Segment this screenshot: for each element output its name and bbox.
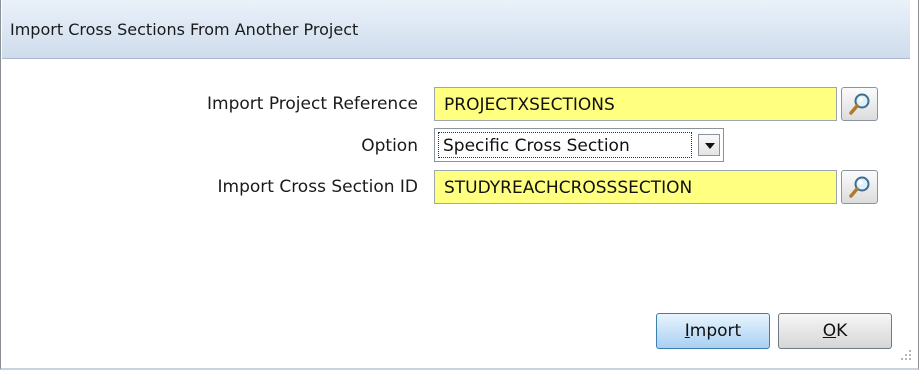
import-label-rest: mport [689,321,742,341]
ok-button[interactable]: OK [778,313,892,349]
project-reference-label: Import Project Reference [207,94,418,114]
option-select[interactable]: Specific Cross Section [434,128,724,162]
import-button[interactable]: Import [656,313,770,349]
ok-label-rest: K [836,321,848,341]
project-lookup-button[interactable] [841,87,878,121]
magnifier-icon [849,176,870,198]
project-reference-field[interactable]: PROJECTXSECTIONS [434,87,837,121]
cross-section-id-label: Import Cross Section ID [217,177,419,197]
chevron-down-icon[interactable] [698,134,720,156]
dialog-title: Import Cross Sections From Another Proje… [10,20,359,39]
cross-section-lookup-button[interactable] [841,170,878,204]
cross-section-id-field[interactable]: STUDYREACHCROSSSECTION [434,170,837,204]
dialog-titlebar: Import Cross Sections From Another Proje… [2,0,910,59]
ok-mnemonic: O [822,321,837,341]
resize-grip-icon[interactable] [900,350,912,362]
import-cross-sections-dialog: Import Cross Sections From Another Proje… [0,0,919,370]
option-label: Option [361,136,418,156]
option-selected-value: Specific Cross Section [438,132,692,158]
magnifier-icon [849,93,870,115]
